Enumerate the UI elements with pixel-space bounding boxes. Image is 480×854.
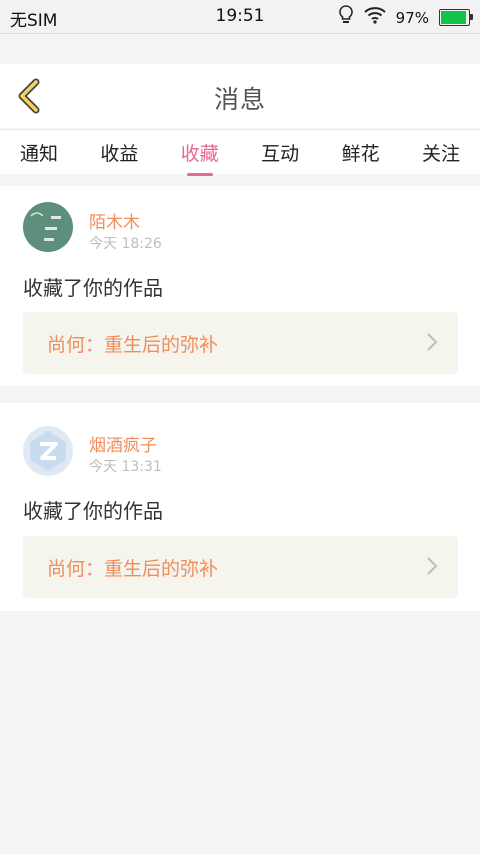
tab-favorites[interactable]: 收藏	[181, 133, 219, 176]
default-avatar-icon	[30, 431, 66, 471]
message-time: 今天 18:26	[89, 236, 162, 252]
work-title: 尚何：重生后的弥补	[47, 334, 219, 356]
battery-percent: 97%	[395, 8, 429, 27]
chevron-right-icon	[427, 557, 438, 575]
top-bar: 消息	[0, 64, 480, 128]
user-name[interactable]: 烟酒疯子	[89, 431, 157, 456]
work-link[interactable]: 尚何：重生后的弥补	[23, 536, 458, 598]
battery-icon	[439, 9, 473, 26]
message-card: 陌木木 今天 18:26 收藏了你的作品 尚何：重生后的弥补	[0, 186, 480, 386]
tab-bar: 通知 收益 收藏 互动 鲜花 关注	[0, 129, 480, 176]
work-title: 尚何：重生后的弥补	[47, 558, 219, 580]
wifi-icon	[363, 6, 386, 29]
avatar[interactable]	[23, 426, 73, 476]
tab-earnings[interactable]: 收益	[100, 133, 138, 172]
message-text: 收藏了你的作品	[23, 276, 163, 300]
chevron-right-icon	[427, 333, 438, 351]
bulb-icon	[338, 5, 354, 30]
user-name[interactable]: 陌木木	[89, 208, 140, 233]
tab-follow[interactable]: 关注	[422, 133, 460, 172]
tab-flowers[interactable]: 鲜花	[342, 133, 380, 172]
message-time: 今天 13:31	[89, 459, 162, 475]
message-text: 收藏了你的作品	[23, 499, 163, 523]
work-link[interactable]: 尚何：重生后的弥补	[23, 312, 458, 374]
status-icons: 97%	[338, 5, 473, 30]
avatar-image	[30, 212, 61, 241]
avatar[interactable]	[23, 202, 73, 252]
tab-interaction[interactable]: 互动	[261, 133, 299, 172]
message-card: 烟酒疯子 今天 13:31 收藏了你的作品 尚何：重生后的弥补	[0, 403, 480, 611]
status-bar: 无SIM 19:51 97%	[0, 0, 480, 34]
tab-notice[interactable]: 通知	[20, 133, 58, 172]
page-title: 消息	[213, 85, 266, 114]
